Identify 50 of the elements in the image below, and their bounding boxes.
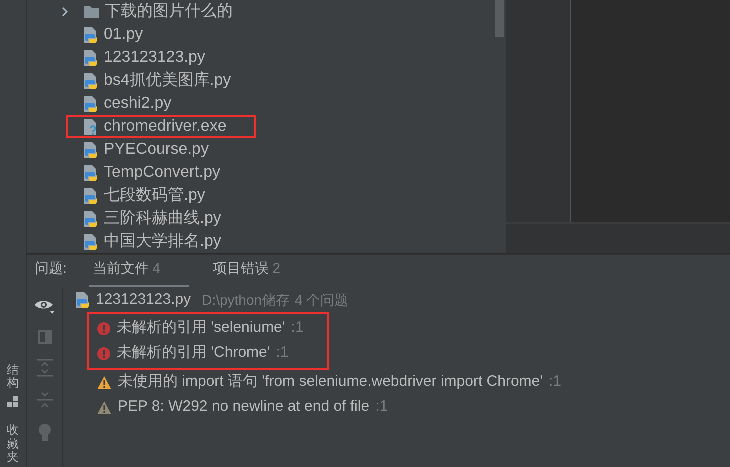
panel-title: 问题:: [35, 259, 67, 278]
file-name[interactable]: 中国大学排名.py: [104, 230, 222, 253]
lightbulb-icon[interactable]: [38, 423, 52, 443]
python-file-icon: [83, 232, 99, 250]
python-file-icon: [83, 164, 99, 182]
issue-message[interactable]: 未解析的引用 'seleniume': [117, 317, 286, 340]
file-name[interactable]: ceshi2.py: [104, 92, 172, 116]
expand-all-icon[interactable]: [36, 359, 52, 377]
python-file-icon: [83, 94, 99, 112]
warning-icon: [97, 400, 112, 414]
scrollbar-thumb[interactable]: [495, 0, 504, 37]
python-file-icon: [83, 140, 99, 158]
sidebar-label[interactable]: 结构: [7, 364, 19, 390]
issue-line: :1: [291, 318, 304, 338]
file-name[interactable]: 下载的图片什么的: [105, 0, 233, 24]
file-name[interactable]: 123123123.py: [96, 288, 192, 312]
issue-message[interactable]: 未使用的 import 语句 'from seleniume.webdriver import Chrome': [118, 371, 543, 394]
panel-tab[interactable]: 当前文件 4: [88, 258, 189, 287]
issue-message[interactable]: PEP 8: W292 no newline at end of file: [118, 396, 370, 419]
python-file-icon: [83, 48, 99, 66]
file-path: D:\python储存: [202, 290, 290, 310]
error-icon: [97, 346, 111, 360]
panel-tab[interactable]: 项目错误 2: [210, 258, 283, 287]
unknown-file-icon: [83, 118, 99, 136]
error-icon: [97, 322, 111, 336]
file-name[interactable]: 七段数码管.py: [104, 184, 206, 208]
issue-line: :1: [276, 343, 289, 364]
python-file-icon: [83, 26, 99, 44]
python-file-icon: [83, 210, 99, 228]
chevron-right-icon[interactable]: [61, 6, 69, 16]
issue-line: :1: [376, 397, 388, 418]
warning-icon: [97, 376, 112, 390]
file-name[interactable]: PYECourse.py: [104, 138, 209, 162]
file-name[interactable]: TempConvert.py: [104, 160, 220, 184]
collapse-all-icon[interactable]: [36, 391, 52, 409]
structure-icon: [7, 396, 19, 408]
python-file-icon: [83, 186, 99, 204]
file-name[interactable]: 三阶科赫曲线.py: [104, 206, 222, 230]
preview-panel-icon[interactable]: [36, 329, 52, 345]
file-name[interactable]: bs4抓优美图库.py: [104, 68, 232, 92]
issue-count: 4 个问题: [295, 290, 349, 310]
python-file-icon: [75, 291, 91, 309]
python-file-icon: [83, 72, 99, 90]
issue-line: :1: [549, 372, 562, 392]
file-name[interactable]: 01.py: [104, 22, 144, 46]
folder-icon: [83, 4, 100, 19]
issue-message[interactable]: 未解析的引用 'Chrome': [117, 342, 270, 365]
file-name[interactable]: chromedriver.exe: [104, 114, 227, 138]
sidebar-label[interactable]: 收藏夹: [7, 424, 19, 464]
file-name[interactable]: 123123123.py: [104, 46, 206, 70]
